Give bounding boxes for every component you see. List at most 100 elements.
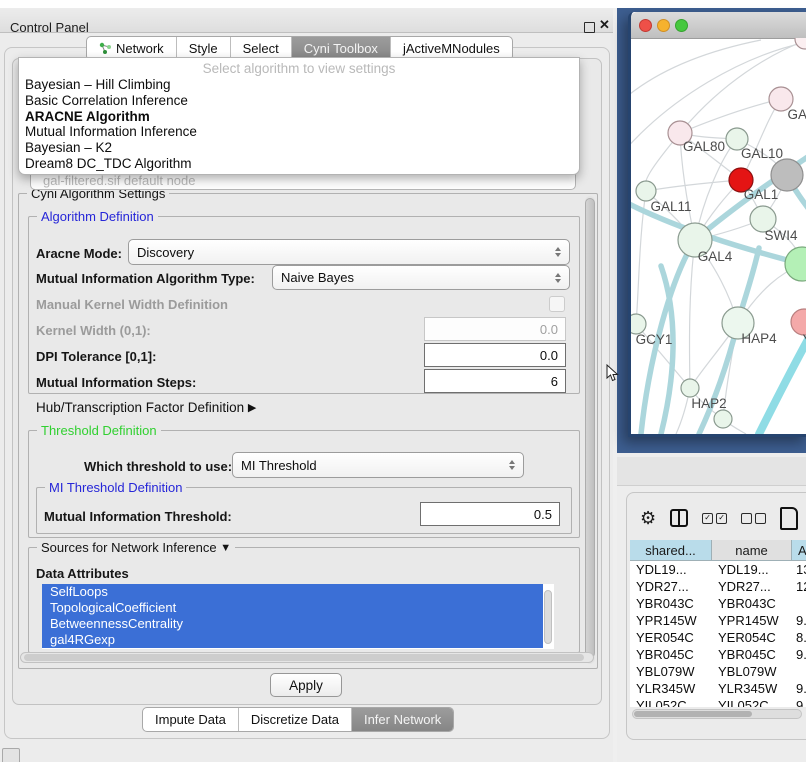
attributes-scrollbar-thumb[interactable] <box>544 590 552 644</box>
document-icon[interactable] <box>780 507 798 530</box>
table-cell: YER054C <box>630 629 712 646</box>
table-row[interactable]: YBL079WYBL079W <box>630 663 806 680</box>
network-node-gcy1[interactable] <box>631 314 646 334</box>
screen: Control Panel ✕ NetworkStyleSelectCyni T… <box>0 0 806 762</box>
which-threshold-select[interactable]: MI Threshold <box>232 452 524 478</box>
table-cell: 9. <box>792 612 806 629</box>
kernel-width-field[interactable]: 0.0 <box>424 317 566 341</box>
node-label-gcy1: GCY1 <box>636 332 673 347</box>
table-cell: 13 <box>792 561 806 578</box>
table-toolbar: ⚙ ✓✓ <box>640 502 806 534</box>
table-row[interactable]: YLR345WYLR345W9. <box>630 680 806 697</box>
aracne-mode-select[interactable]: Discovery <box>128 239 570 265</box>
manual-kernel-width-checkbox[interactable] <box>549 296 565 312</box>
data-attribute-topologicalcoefficient[interactable]: TopologicalCoefficient <box>42 600 543 616</box>
tab-label: Select <box>243 41 279 56</box>
network-node[interactable] <box>714 410 732 428</box>
settings-gear-icon[interactable]: ⚙ <box>640 509 656 527</box>
chevron-right-icon: ▶ <box>248 402 256 414</box>
network-node[interactable] <box>795 38 806 49</box>
algorithm-option-bayesian-k2[interactable]: Bayesian – K2 <box>19 140 579 156</box>
mi-steps-label: Mutual Information Steps: <box>36 375 196 390</box>
top-strip <box>0 0 806 8</box>
column-header-shared[interactable]: shared... <box>630 540 712 561</box>
table-row[interactable]: YER054CYER054C8. <box>630 629 806 646</box>
node-label-y: Y <box>802 332 806 347</box>
table-row[interactable]: YBR045CYBR045C9. <box>630 646 806 663</box>
algorithm-option-basic-correlation-inference[interactable]: Basic Correlation Inference <box>19 93 579 109</box>
tab-discretize-data[interactable]: Discretize Data <box>239 708 352 731</box>
checkbox-glyph <box>741 513 752 524</box>
table-row[interactable]: YDR27...YDR27...12 <box>630 578 806 595</box>
node-label-hap4: HAP4 <box>741 331 777 346</box>
mouse-cursor <box>606 364 619 383</box>
data-attributes-label: Data Attributes <box>36 566 129 581</box>
table-row[interactable]: YBR043CYBR043C <box>630 595 806 612</box>
algorithm-option-aracne-algorithm[interactable]: ARACNE Algorithm <box>19 109 579 125</box>
node-label-gal80: GAL80 <box>683 139 725 154</box>
table-row[interactable]: YIL052CYIL052C9 <box>630 697 806 707</box>
algorithm-option-dream8-dc-tdc-algorithm[interactable]: Dream8 DC_TDC Algorithm <box>19 156 579 172</box>
node-label-gal10: GAL10 <box>741 146 783 161</box>
mi-threshold-label: Mutual Information Threshold: <box>44 509 232 524</box>
select-all-checkboxes-icon[interactable]: ✓✓ <box>702 513 727 524</box>
algorithm-dropdown-popup: Select algorithm to view settings Bayesi… <box>18 57 580 175</box>
bottom-tabbar: Impute DataDiscretize Data Infer Network <box>142 707 454 732</box>
tab-label: Infer Network <box>364 712 441 727</box>
table-cell: 12 <box>792 578 806 595</box>
zoom-traffic-light-icon[interactable] <box>675 19 688 32</box>
tab-impute-data[interactable]: Impute Data <box>143 708 239 731</box>
dpi-tolerance-field[interactable]: 0.0 <box>424 343 566 367</box>
tab-infer-network[interactable]: Infer Network <box>352 708 453 731</box>
network-node-swi4[interactable] <box>785 247 806 281</box>
threshold-definition-title: Threshold Definition <box>37 423 161 438</box>
float-window-icon[interactable] <box>584 22 595 33</box>
table-horizontal-scrollbar-thumb[interactable] <box>634 711 752 717</box>
mi-threshold-field[interactable]: 0.5 <box>420 502 560 526</box>
collapsed-panel-button[interactable] <box>2 748 20 762</box>
minimize-traffic-light-icon[interactable] <box>657 19 670 32</box>
aracne-mode-label: Aracne Mode: <box>36 246 122 261</box>
stepper-icon <box>509 460 515 470</box>
mi-steps-field[interactable]: 6 <box>424 369 566 393</box>
node-label-gal4: GAL4 <box>698 249 733 264</box>
column-header-a[interactable]: A <box>792 540 806 561</box>
table-panel-titlebar: Table Panel <box>617 457 806 486</box>
column-header-name[interactable]: name <box>712 540 792 561</box>
table-cell: YER054C <box>712 629 792 646</box>
algorithm-combo-placeholder[interactable]: Select algorithm to view settings <box>19 60 579 77</box>
settings-horizontal-scrollbar-thumb[interactable] <box>24 654 584 661</box>
table-cell: 9 <box>792 697 806 707</box>
table-cell: YBR045C <box>712 646 792 663</box>
apply-button[interactable]: Apply <box>270 673 342 697</box>
split-columns-icon[interactable] <box>670 509 688 527</box>
settings-vertical-scrollbar-thumb[interactable] <box>585 198 595 658</box>
data-attribute-selfloops[interactable]: SelfLoops <box>42 584 543 600</box>
algorithm-option-bayesian-hill-climbing[interactable]: Bayesian – Hill Climbing <box>19 77 579 93</box>
hub-definition-expander[interactable]: Hub/Transcription Factor Definition ▶ <box>36 400 256 415</box>
algorithm-option-mutual-information-inference[interactable]: Mutual Information Inference <box>19 124 579 140</box>
close-traffic-light-icon[interactable] <box>639 19 652 32</box>
node-label-gal1: GAL1 <box>744 187 779 202</box>
close-panel-icon[interactable]: ✕ <box>599 17 610 33</box>
checkbox-glyph: ✓ <box>702 513 713 524</box>
tab-label: Cyni Toolbox <box>304 41 378 56</box>
deselect-checkboxes-icon[interactable] <box>741 513 766 524</box>
table-rows: YDL19...YDL19...13YDR27...YDR27...12YBR0… <box>630 561 806 707</box>
table-cell: 9. <box>792 646 806 663</box>
table-row[interactable]: YDL19...YDL19...13 <box>630 561 806 578</box>
network-canvas[interactable]: GALGAL80GAL10GAL1GAL11GAL4SWI4GCY1HAP4YH… <box>631 38 806 434</box>
table-row[interactable]: YPR145WYPR145W9. <box>630 612 806 629</box>
mi-algorithm-type-select[interactable]: Naive Bayes <box>272 265 570 290</box>
table-cell: YBR045C <box>630 646 712 663</box>
data-attribute-betweennesscentrality[interactable]: BetweennessCentrality <box>42 616 543 632</box>
data-attribute-gal4rgexp[interactable]: gal4RGexp <box>42 632 543 648</box>
network-window-titlebar[interactable] <box>631 12 806 39</box>
node-label-gal: GAL <box>787 107 806 122</box>
table-cell: YDL19... <box>630 561 712 578</box>
which-threshold-label: Which threshold to use: <box>84 459 232 474</box>
network-node-hap2[interactable] <box>681 379 699 397</box>
network-node-gal11[interactable] <box>636 181 656 201</box>
tab-label: Style <box>189 41 218 56</box>
which-threshold-value: MI Threshold <box>241 458 317 473</box>
